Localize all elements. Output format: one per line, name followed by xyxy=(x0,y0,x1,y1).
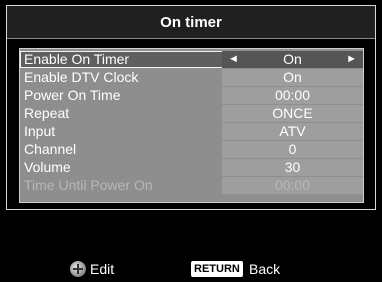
row-value: 30 xyxy=(222,159,363,176)
settings-list: Enable On Timer ◄ On ► Enable DTV Clock … xyxy=(19,48,364,203)
back-label: Back xyxy=(249,261,281,277)
row-input[interactable]: Input ATV xyxy=(20,123,363,140)
row-value: ATV xyxy=(222,123,363,140)
row-label: Input xyxy=(24,123,56,139)
row-repeat[interactable]: Repeat ONCE xyxy=(20,105,363,122)
dpad-icon xyxy=(70,261,86,277)
row-value: 0 xyxy=(222,141,363,158)
row-value: ONCE xyxy=(222,105,363,122)
value-text: On xyxy=(283,51,302,67)
row-label: Time Until Power On xyxy=(24,177,153,193)
row-label: Enable DTV Clock xyxy=(24,69,139,85)
row-enable-on-timer[interactable]: Enable On Timer ◄ On ► xyxy=(20,51,363,68)
edit-label: Edit xyxy=(90,261,115,277)
arrow-left-icon[interactable]: ◄ xyxy=(228,51,239,68)
return-key-icon: RETURN xyxy=(191,261,243,277)
row-value: 00:00 xyxy=(222,177,363,194)
row-label: Enable On Timer xyxy=(24,51,130,67)
row-value: On xyxy=(222,69,363,86)
row-label: Channel xyxy=(24,141,77,157)
arrow-right-icon[interactable]: ► xyxy=(346,51,357,68)
row-value: 00:00 xyxy=(222,87,363,104)
row-label: Power On Time xyxy=(24,87,121,103)
row-time-until-power-on: Time Until Power On 00:00 xyxy=(20,177,363,194)
row-volume[interactable]: Volume 30 xyxy=(20,159,363,176)
row-value[interactable]: ◄ On ► xyxy=(222,51,363,68)
row-label: Volume xyxy=(24,159,71,175)
dialog-title: On timer xyxy=(7,6,375,39)
row-label: Repeat xyxy=(24,105,70,121)
row-power-on-time[interactable]: Power On Time 00:00 xyxy=(20,87,363,104)
row-enable-dtv-clock[interactable]: Enable DTV Clock On xyxy=(20,69,363,86)
row-channel[interactable]: Channel 0 xyxy=(20,141,363,158)
on-timer-dialog: On timer Enable On Timer ◄ On ► Enable D… xyxy=(6,5,376,210)
footer-hints: Edit RETURN Back xyxy=(0,258,382,280)
